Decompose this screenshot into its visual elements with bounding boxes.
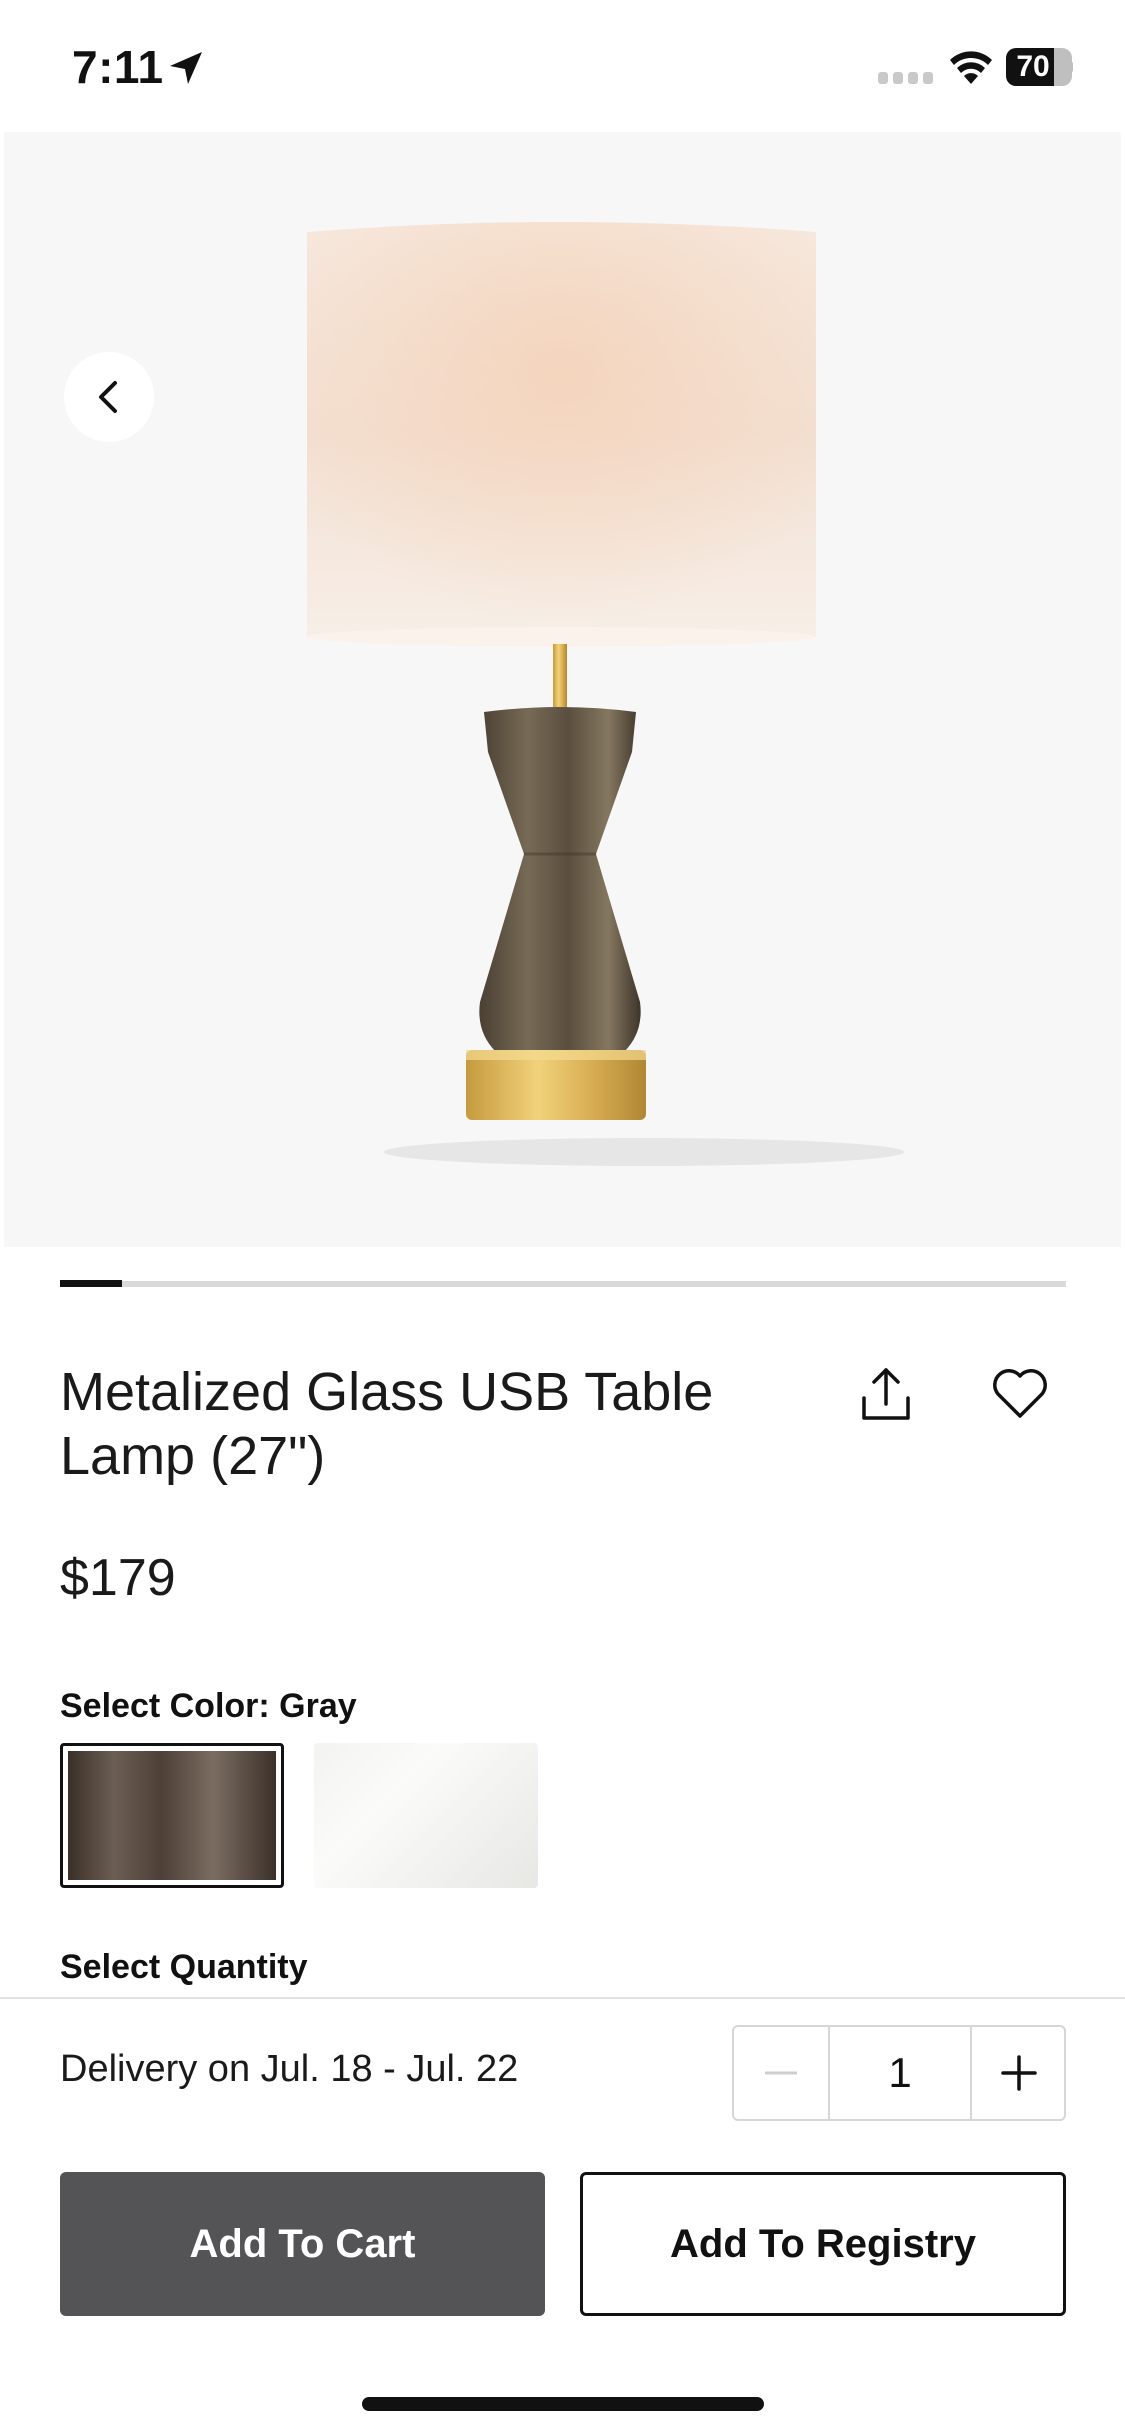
color-swatch-white[interactable]	[314, 1743, 538, 1888]
wifi-icon	[950, 51, 992, 84]
lamp-illustration	[307, 222, 904, 1166]
swatch-gray-fill	[68, 1751, 276, 1880]
location-arrow-icon	[170, 52, 202, 84]
favorite-button[interactable]	[988, 1362, 1052, 1426]
home-indicator[interactable]	[362, 2397, 764, 2411]
product-price: $179	[60, 1549, 176, 1607]
quantity-select-label: Select Quantity	[60, 1948, 308, 1986]
product-title: Metalized Glass USB Table Lamp (27")	[60, 1362, 714, 1486]
plus-icon	[1001, 2055, 1037, 2091]
heart-icon	[993, 1369, 1047, 1418]
color-select-label: Select Color: Gray	[60, 1687, 357, 1725]
status-bar: 7:11 70	[0, 0, 1125, 132]
carousel-progress-indicator	[60, 1280, 122, 1287]
cellular-signal-icon	[878, 72, 934, 86]
share-button[interactable]	[854, 1362, 918, 1426]
add-to-registry-button[interactable]: Add To Registry	[580, 2172, 1066, 2316]
back-button[interactable]	[64, 352, 154, 442]
chevron-left-icon	[99, 381, 117, 413]
product-image[interactable]	[4, 132, 1121, 1247]
add-to-cart-button[interactable]: Add To Cart	[60, 2172, 545, 2316]
product-detail-screen: 7:11 70 Metalized Glass USB Table Lamp (…	[0, 0, 1125, 2436]
minus-icon	[765, 2071, 797, 2075]
share-icon	[862, 1368, 910, 1420]
battery-icon: 70	[1006, 48, 1073, 86]
image-carousel-progress	[60, 1280, 1066, 1287]
color-swatch-gray[interactable]	[60, 1743, 284, 1888]
battery-level: 70	[1016, 50, 1050, 83]
delivery-estimate: Delivery on Jul. 18 - Jul. 22	[60, 2048, 519, 2090]
quantity-value[interactable]: 1	[830, 2027, 970, 2119]
quantity-stepper: 1	[732, 2025, 1066, 2121]
status-time: 7:11	[72, 41, 164, 93]
increase-quantity-button[interactable]	[970, 2027, 1066, 2119]
decrease-quantity-button[interactable]	[734, 2027, 830, 2119]
